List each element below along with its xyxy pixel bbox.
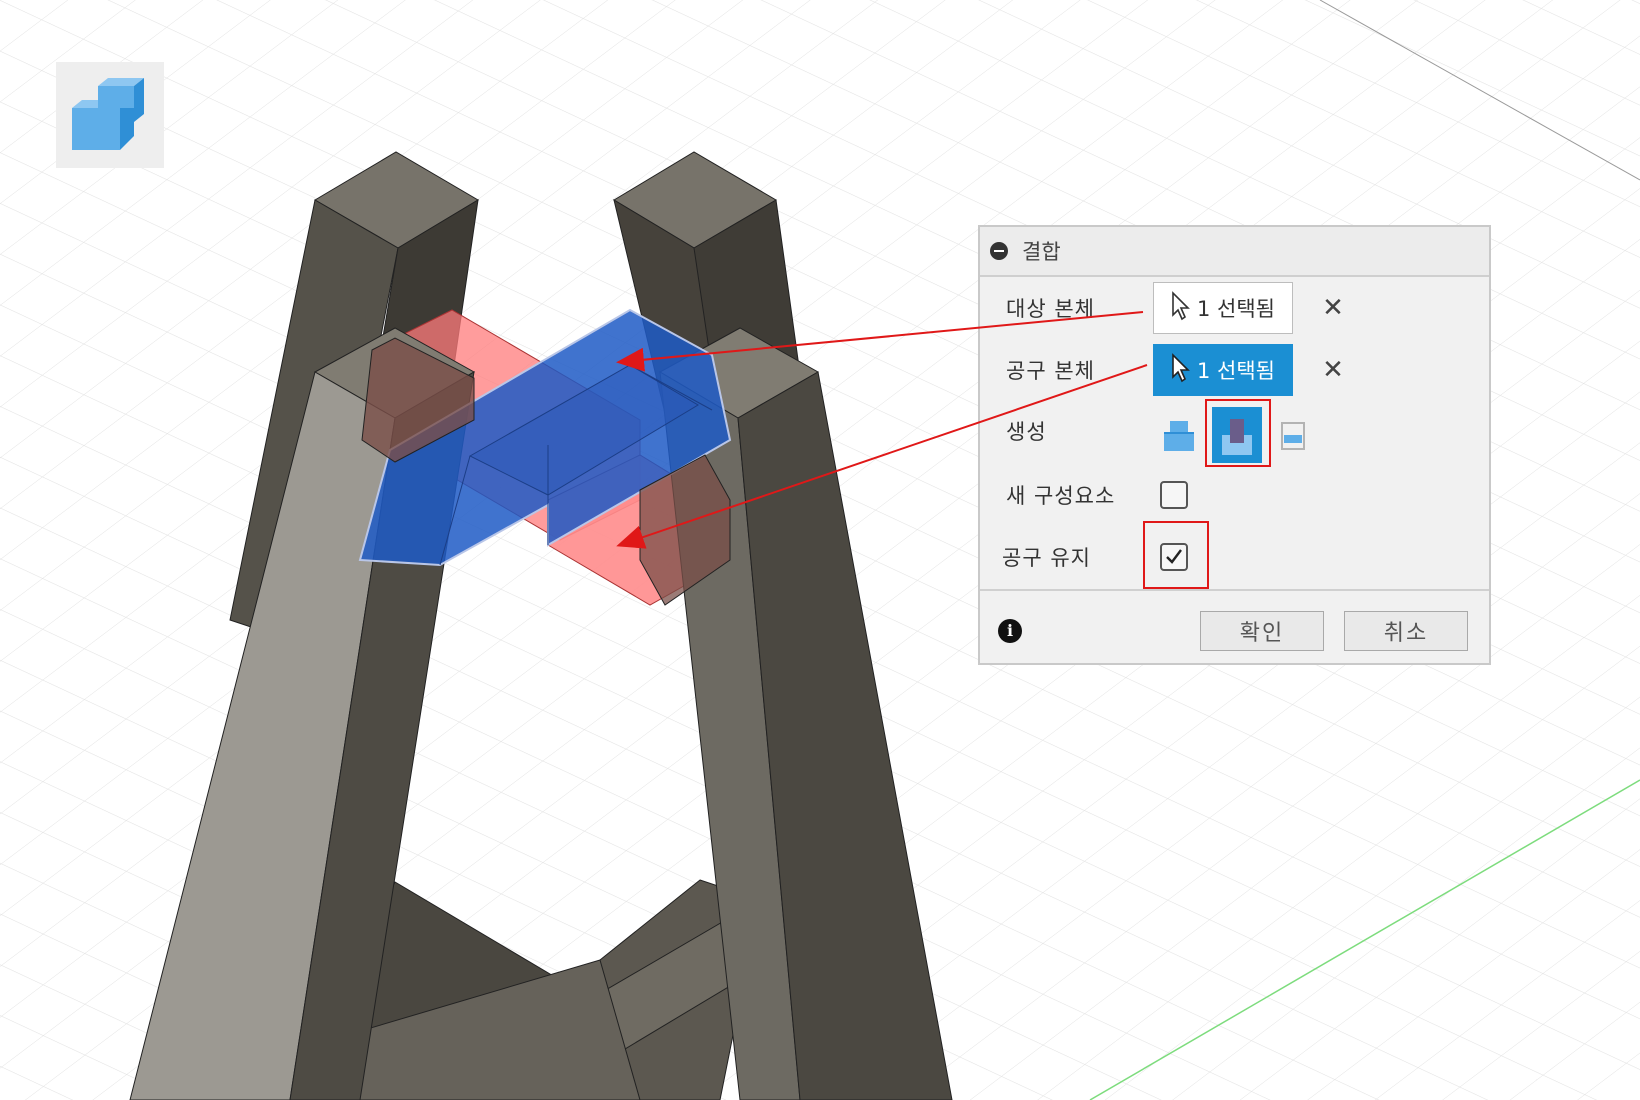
cut-highlight-box [1205, 399, 1271, 467]
new-component-label: 새 구성요소 [1006, 484, 1116, 508]
join-icon[interactable] [1160, 415, 1198, 457]
operation-label: 생성 [1006, 420, 1047, 444]
intersect-icon[interactable] [1274, 415, 1312, 457]
new-component-row: 새 구성요소 [980, 469, 1489, 521]
collapse-icon[interactable] [990, 242, 1008, 260]
target-body-selection-text: 1 선택됨 [1197, 297, 1275, 321]
keep-tools-label: 공구 유지 [1002, 546, 1091, 570]
ok-button[interactable]: 확인 [1200, 611, 1324, 651]
new-component-checkbox[interactable] [1160, 481, 1188, 509]
dialog-title: 결합 [1022, 240, 1061, 264]
tool-body-row: 공구 본체 1 선택됨 ✕ [980, 344, 1489, 396]
target-body-select-button[interactable]: 1 선택됨 [1153, 282, 1293, 334]
clear-tool-icon[interactable]: ✕ [1318, 355, 1348, 385]
target-body-label: 대상 본체 [1006, 297, 1095, 321]
cancel-button[interactable]: 취소 [1344, 611, 1468, 651]
cursor-icon [1171, 290, 1191, 326]
cursor-icon [1171, 352, 1191, 388]
combine-command-icon [56, 62, 164, 168]
info-icon[interactable]: i [998, 619, 1022, 643]
tool-body-label: 공구 본체 [1006, 359, 1095, 383]
clear-target-icon[interactable]: ✕ [1318, 293, 1348, 323]
tool-body-select-button[interactable]: 1 선택됨 [1153, 344, 1293, 396]
dialog-footer: i 확인 취소 [980, 589, 1489, 667]
tool-body-selection-text: 1 선택됨 [1197, 359, 1275, 383]
target-body-row: 대상 본체 1 선택됨 ✕ [980, 282, 1489, 334]
keep-tools-row: 공구 유지 [980, 531, 1489, 583]
keep-tools-highlight-box [1143, 521, 1209, 589]
combine-dialog: 결합 대상 본체 1 선택됨 ✕ 공구 본체 1 선택됨 ✕ 생성 새 구성요소… [978, 225, 1491, 665]
dialog-header[interactable]: 결합 [980, 227, 1489, 277]
